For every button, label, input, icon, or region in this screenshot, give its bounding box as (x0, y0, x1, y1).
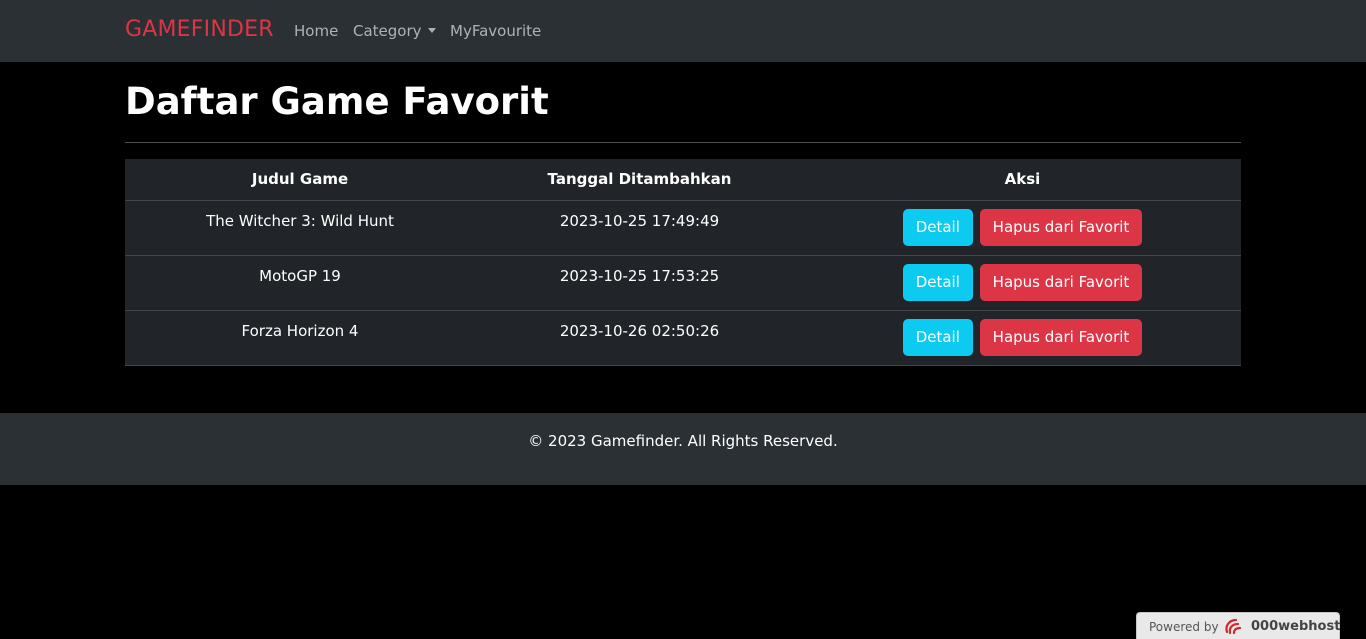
page-title: Daftar Game Favorit (125, 80, 549, 123)
footer-copyright: © 2023 Gamefinder. All Rights Reserved. (528, 432, 838, 450)
nav-category-label: Category (353, 22, 422, 40)
table-row: MotoGP 19 2023-10-25 17:53:25 Detail Hap… (125, 255, 1241, 311)
actions-cell: Detail Hapus dari Favorit (804, 200, 1241, 256)
hosting-badge[interactable]: Powered by 000webhost (1136, 612, 1340, 639)
date-added-cell: 2023-10-26 02:50:26 (475, 310, 804, 366)
detail-button[interactable]: Detail (902, 318, 973, 356)
nav-link-myfavourite[interactable]: MyFavourite (450, 22, 541, 40)
actions-cell: Detail Hapus dari Favorit (804, 310, 1241, 366)
game-title-cell: Forza Horizon 4 (125, 310, 475, 366)
nav-dropdown-category[interactable]: Category (353, 22, 436, 40)
actions-cell: Detail Hapus dari Favorit (804, 255, 1241, 311)
host-name: 000webhost (1251, 619, 1341, 634)
header-date-added: Tanggal Ditambahkan (475, 159, 804, 201)
powered-by-label: Powered by (1149, 620, 1219, 634)
header-game-title: Judul Game (125, 159, 475, 201)
date-added-cell: 2023-10-25 17:49:49 (475, 200, 804, 256)
chevron-down-icon (427, 28, 436, 33)
title-divider (125, 142, 1241, 143)
brand-logo-link[interactable]: GAMEFINDER (125, 17, 274, 42)
header-actions: Aksi (804, 159, 1241, 201)
favorites-table: Judul Game Tanggal Ditambahkan Aksi The … (125, 159, 1241, 366)
000webhost-logo-icon (1225, 618, 1242, 635)
remove-favorite-button[interactable]: Hapus dari Favorit (979, 208, 1143, 246)
table-header-row: Judul Game Tanggal Ditambahkan Aksi (125, 159, 1241, 201)
game-title-cell: MotoGP 19 (125, 255, 475, 311)
footer: © 2023 Gamefinder. All Rights Reserved. (0, 413, 1366, 485)
navbar: GAMEFINDER Home Category MyFavourite (0, 0, 1366, 62)
remove-favorite-button[interactable]: Hapus dari Favorit (979, 263, 1143, 301)
table-row: Forza Horizon 4 2023-10-26 02:50:26 Deta… (125, 310, 1241, 366)
date-added-cell: 2023-10-25 17:53:25 (475, 255, 804, 311)
game-title-cell: The Witcher 3: Wild Hunt (125, 200, 475, 256)
nav-link-home[interactable]: Home (294, 22, 338, 40)
detail-button[interactable]: Detail (902, 263, 973, 301)
remove-favorite-button[interactable]: Hapus dari Favorit (979, 318, 1143, 356)
detail-button[interactable]: Detail (902, 208, 973, 246)
table-row: The Witcher 3: Wild Hunt 2023-10-25 17:4… (125, 200, 1241, 256)
